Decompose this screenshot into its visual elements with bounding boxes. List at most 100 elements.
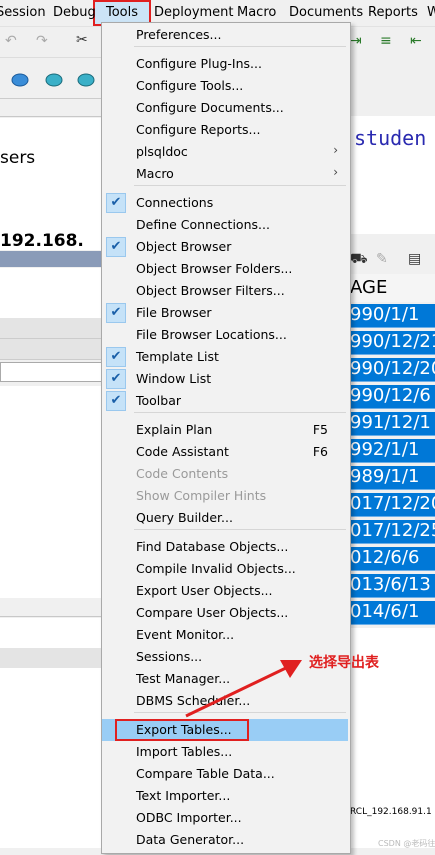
menu-item-export-user-objects[interactable]: Export User Objects... — [102, 580, 348, 602]
indent-icon[interactable]: ⇥ — [350, 33, 362, 49]
database-icons — [11, 73, 95, 87]
menu-item-import-tables[interactable]: Import Tables... — [102, 741, 348, 763]
menu-item-code-assistant[interactable]: Code Assistant F6 — [102, 441, 348, 463]
export-icon[interactable]: ▤ — [408, 251, 421, 267]
menu-window[interactable]: W — [427, 5, 435, 20]
menu-item-compare-user-objects[interactable]: Compare User Objects... — [102, 602, 348, 624]
menu-item-toolbar[interactable]: ✔ Toolbar — [102, 390, 348, 412]
menu-item-label: Compare User Objects... — [136, 605, 289, 620]
menu-item-object-browser-filters[interactable]: Object Browser Filters... — [102, 280, 348, 302]
menu-item-label: Code Contents — [136, 466, 229, 481]
grid-cell[interactable]: 017/12/25 — [348, 520, 435, 544]
sql-editor[interactable]: studen — [348, 116, 435, 234]
menu-item-query-builder[interactable]: Query Builder... — [102, 507, 348, 529]
menu-item-configure-plug-ins[interactable]: Configure Plug-Ins... — [102, 53, 348, 75]
grid-cell[interactable]: 992/1/1 — [348, 439, 435, 463]
menu-item-label: Explain Plan — [136, 422, 213, 437]
grid-cell[interactable]: 017/12/20 — [348, 493, 435, 517]
menu-reports[interactable]: Reports — [368, 5, 418, 20]
grid-cell[interactable]: 013/6/13 — [348, 574, 435, 598]
redo-icon[interactable]: ↷ — [36, 33, 48, 49]
menu-item-file-browser-locations[interactable]: File Browser Locations... — [102, 324, 348, 346]
panel-tab-1[interactable] — [0, 318, 102, 339]
menu-item-label: Window List — [136, 371, 212, 386]
grid-cell[interactable]: 012/6/6 — [348, 547, 435, 571]
menu-item-plsqldoc[interactable]: plsqldoc › — [102, 141, 348, 163]
menu-item-label: Preferences... — [136, 27, 222, 42]
grid-cell[interactable]: 990/12/21 — [348, 331, 435, 355]
menu-item-text-importer[interactable]: Text Importer... — [102, 785, 348, 807]
menu-item-label: Define Connections... — [136, 217, 270, 232]
menu-item-object-browser-folders[interactable]: Object Browser Folders... — [102, 258, 348, 280]
menu-item-file-browser[interactable]: ✔ File Browser — [102, 302, 348, 324]
menu-item-event-monitor[interactable]: Event Monitor... — [102, 624, 348, 646]
object-browser-panel — [0, 268, 102, 318]
menu-item-label: File Browser — [136, 305, 212, 320]
checkmark-icon: ✔ — [106, 391, 126, 411]
align-icon[interactable]: ≡ — [380, 33, 392, 49]
menu-item-object-browser[interactable]: ✔ Object Browser — [102, 236, 348, 258]
menu-item-compare-table-data[interactable]: Compare Table Data... — [102, 763, 348, 785]
menu-item-label: Import Tables... — [136, 744, 233, 759]
menu-session[interactable]: Session — [0, 5, 46, 20]
menu-macro[interactable]: Macro — [237, 5, 276, 20]
menu-item-configure-documents[interactable]: Configure Documents... — [102, 97, 348, 119]
filter-input[interactable] — [0, 362, 102, 382]
menu-item-label: Code Assistant — [136, 444, 229, 459]
menu-item-explain-plan[interactable]: Explain Plan F5 — [102, 419, 348, 441]
menu-tools[interactable]: Tools — [106, 5, 138, 20]
menu-debug[interactable]: Debug — [53, 5, 96, 20]
menu-item-label: Configure Documents... — [136, 100, 284, 115]
menu-item-window-list[interactable]: ✔ Window List — [102, 368, 348, 390]
grid-cell[interactable]: 990/1/1 — [348, 304, 435, 328]
menu-item-code-contents: Code Contents — [102, 463, 348, 485]
ip-text: 192.168. — [0, 231, 84, 251]
window-list-panel — [0, 618, 102, 648]
checkmark-icon: ✔ — [106, 193, 126, 213]
menu-item-odbc-importer[interactable]: ODBC Importer... — [102, 807, 348, 829]
menu-item-define-connections[interactable]: Define Connections... — [102, 214, 348, 236]
menu-item-label: Object Browser Folders... — [136, 261, 293, 276]
menu-item-configure-reports[interactable]: Configure Reports... — [102, 119, 348, 141]
menu-item-connections[interactable]: ✔ Connections — [102, 192, 348, 214]
menu-item-label: Compile Invalid Objects... — [136, 561, 296, 576]
menu-documents[interactable]: Documents — [289, 5, 363, 20]
menu-item-label: Toolbar — [136, 393, 182, 408]
menu-item-configure-tools[interactable]: Configure Tools... — [102, 75, 348, 97]
grid-header-age[interactable]: AGE — [348, 274, 435, 302]
menu-item-preferences[interactable]: Preferences... — [102, 24, 348, 46]
menu-item-data-generator[interactable]: Data Generator... — [102, 829, 348, 851]
menu-item-find-database-objects[interactable]: Find Database Objects... — [102, 536, 348, 558]
users-text: sers — [0, 148, 36, 168]
grid-cell[interactable]: 991/12/1 — [348, 412, 435, 436]
menu-item-template-list[interactable]: ✔ Template List — [102, 346, 348, 368]
menu-item-macro[interactable]: Macro › — [102, 163, 348, 185]
grid-cell[interactable]: 990/12/20 — [348, 358, 435, 382]
panel-tab-3[interactable] — [0, 648, 102, 668]
toolbar-edit: ↶ ↷ ✂ — [0, 27, 102, 58]
grid-cell[interactable]: 014/6/1 — [348, 601, 435, 625]
menu-item-compile-invalid-objects[interactable]: Compile Invalid Objects... — [102, 558, 348, 580]
object-browser-title — [0, 251, 102, 267]
object-list — [0, 386, 102, 598]
menu-item-label: Object Browser — [136, 239, 232, 254]
checkmark-icon: ✔ — [106, 237, 126, 257]
grid-cell[interactable]: 990/12/6 — [348, 385, 435, 409]
menu-item-label: Template List — [136, 349, 219, 364]
menu-item-label: Object Browser Filters... — [136, 283, 285, 298]
grid-cell[interactable]: 989/1/1 — [348, 466, 435, 490]
pin-icon[interactable]: ✎ — [376, 251, 388, 267]
menu-deployment[interactable]: Deployment — [154, 5, 234, 20]
grid-header-label: AGE — [350, 277, 388, 298]
menu-separator — [134, 412, 346, 413]
panel-tab-2[interactable] — [0, 339, 102, 360]
menu-item-shortcut: F6 — [312, 444, 328, 459]
undo-icon[interactable]: ↶ — [5, 33, 17, 49]
unindent-icon[interactable]: ⇤ — [410, 33, 422, 49]
connections-panel: sers 192.168. — [0, 118, 102, 251]
status-connection: RCL_192.168.91.1 — [350, 807, 432, 817]
cut-icon[interactable]: ✂ — [76, 32, 88, 48]
menu-item-shortcut: F5 — [312, 422, 328, 437]
menu-separator — [134, 185, 346, 186]
find-icon[interactable]: ⛟ — [350, 251, 368, 269]
